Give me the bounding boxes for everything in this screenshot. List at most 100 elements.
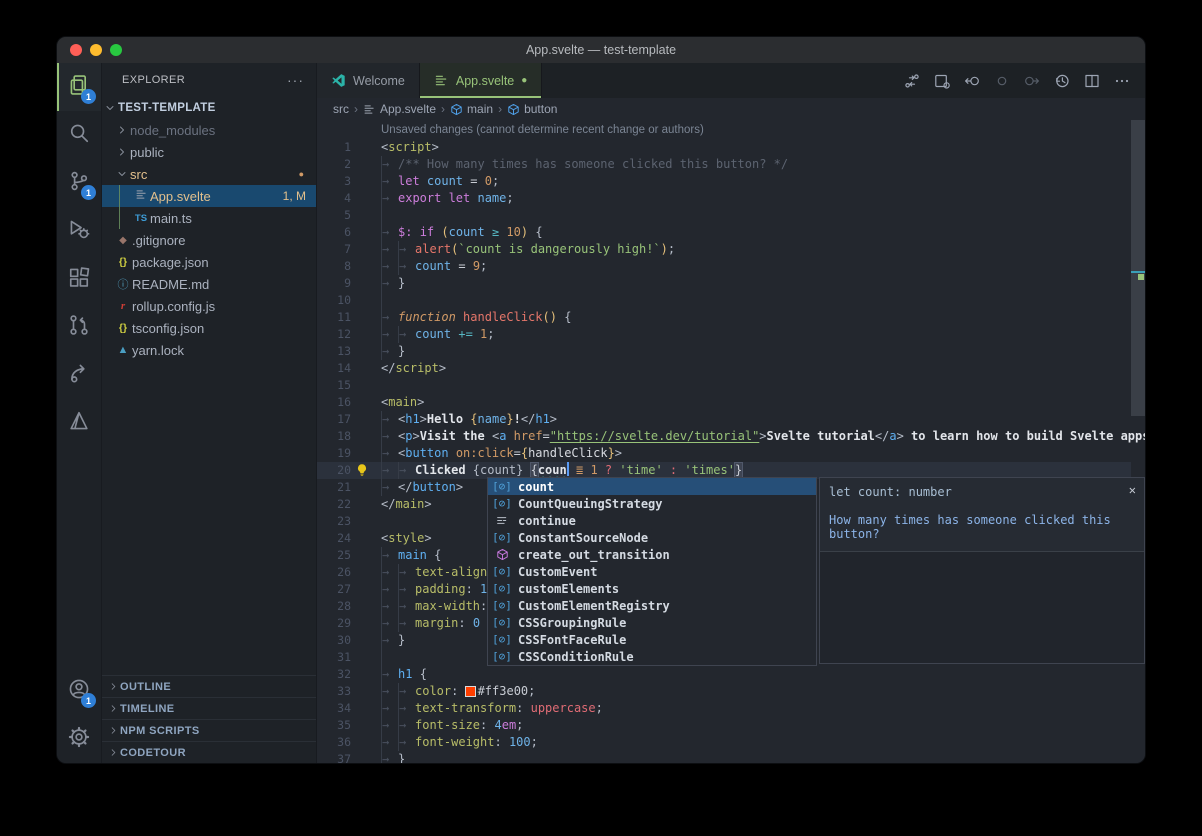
history-icon [1054,73,1070,89]
activitybar-item-azure[interactable] [57,399,101,447]
pull-request-icon [68,314,90,341]
suggestion-cssgroupingrule[interactable]: [⊘]CSSGroupingRule [488,614,816,631]
code-line-33: 33→→color: #ff3e00; [317,683,1131,700]
badge: 1 [81,693,96,708]
split-editor-button[interactable] [1079,68,1105,94]
tree-item-src[interactable]: src● [102,163,316,185]
current-change-button[interactable] [989,68,1015,94]
suggestion-continue[interactable]: continue [488,512,816,529]
variable-icon: [⊘] [491,480,513,493]
tree-item-readme-md[interactable]: ⓘREADME.md [102,273,316,295]
suggestion-create_out_transition[interactable]: create_out_transition [488,546,816,563]
tab-app-svelte[interactable]: App.svelte● [420,63,542,98]
tree-item-package-json[interactable]: {}package.json [102,251,316,273]
cube-icon [450,103,463,116]
tree-item-rollup-config-js[interactable]: rrollup.config.js [102,295,316,317]
braces-icon: {} [114,256,132,268]
overview-modified-marker [1138,274,1144,280]
code-editor[interactable]: Unsaved changes (cannot determine recent… [317,120,1145,763]
variable-icon: [⊘] [491,616,513,629]
code-line-12: 12→→count += 1; [317,326,1131,343]
tree-item-app-svelte[interactable]: App.svelte1, M [102,185,316,207]
activitybar-item-github-pr[interactable] [57,303,101,351]
activitybar-item-run-debug[interactable] [57,207,101,255]
editor-scrollbar[interactable] [1131,120,1145,416]
circle-icon [994,73,1010,89]
activitybar-item-source-control[interactable]: 1 [57,159,101,207]
variable-icon: [⊘] [491,497,513,510]
title-bar: App.svelte — test-template [57,37,1145,63]
line-number: 23 [317,513,351,530]
suggestion-cssfontfacerule[interactable]: [⊘]CSSFontFaceRule [488,631,816,648]
section-npm-scripts[interactable]: NPM SCRIPTS [102,719,316,741]
tab-welcome[interactable]: Welcome [317,63,420,98]
tree-item-yarn-lock[interactable]: ▲yarn.lock [102,339,316,361]
tree-item-main-ts[interactable]: TSmain.ts [102,207,316,229]
activitybar-item-live-share[interactable] [57,351,101,399]
code-line-2: 2→/** How many times has someone clicked… [317,156,1131,173]
extensions-icon [68,266,90,293]
activitybar-item-extensions[interactable] [57,255,101,303]
tree-item--gitignore[interactable]: ◆.gitignore [102,229,316,251]
more-actions-icon[interactable]: ··· [287,72,304,88]
code-line-19: 19→<button on:click={handleClick}> [317,445,1131,462]
line-number: 31 [317,649,351,666]
suggestion-count[interactable]: [⊘]count [488,478,816,495]
arrow-circle-left-icon [964,73,980,89]
close-icon[interactable]: ✕ [1129,483,1136,497]
breadcrumb-item-main[interactable]: main [450,102,493,116]
arrow-circle-right-icon [1024,73,1040,89]
line-number: 21 [317,479,351,496]
section-timeline[interactable]: TIMELINE [102,697,316,719]
line-number: 19 [317,445,351,462]
suggestion-customelementregistry[interactable]: [⊘]CustomElementRegistry [488,597,816,614]
line-number: 7 [317,241,351,258]
vscode-window: App.svelte — test-template 111 EXPLORER … [56,36,1146,764]
more-actions-button[interactable] [1109,68,1135,94]
code-line-8: 8→→count = 9; [317,258,1131,275]
suggestion-cssconditionrule[interactable]: [⊘]CSSConditionRule [488,648,816,665]
tree-root-test-template[interactable]: TEST-TEMPLATE [102,97,316,119]
dirty-indicator: ● [521,75,527,86]
search-icon [68,122,90,149]
activitybar-item-search[interactable] [57,111,101,159]
breadcrumb-item-app-svelte[interactable]: App.svelte [363,102,436,116]
activitybar-item-settings[interactable] [57,715,101,763]
next-change-button[interactable] [1019,68,1045,94]
suggestion-customelements[interactable]: [⊘]customElements [488,580,816,597]
indent-guide [119,185,120,229]
file-history-button[interactable] [1049,68,1075,94]
chevron-right-icon [114,124,130,136]
line-number: 1 [317,139,351,156]
line-number: 29 [317,615,351,632]
lines-icon [434,73,449,88]
compare-changes-button[interactable] [899,68,925,94]
code-line-14: 14</script> [317,360,1131,377]
section-outline[interactable]: OUTLINE [102,675,316,697]
line-number: 11 [317,309,351,326]
activitybar-item-accounts[interactable]: 1 [57,667,101,715]
suggestion-customevent[interactable]: [⊘]CustomEvent [488,563,816,580]
tree-item-node-modules[interactable]: node_modules [102,119,316,141]
suggestion-countqueuingstrategy[interactable]: [⊘]CountQueuingStrategy [488,495,816,512]
activitybar-item-explorer[interactable]: 1 [57,63,101,111]
chevron-down-icon [114,168,130,180]
line-number: 4 [317,190,351,207]
line-number: 26 [317,564,351,581]
chevron-right-icon [102,747,120,758]
section-codetour[interactable]: CODETOUR [102,741,316,763]
open-changes-button[interactable] [929,68,955,94]
breadcrumb-item-src[interactable]: src [333,102,349,116]
line-number: 18 [317,428,351,445]
suggestion-constantsourcenode[interactable]: [⊘]ConstantSourceNode [488,529,816,546]
tree-item-public[interactable]: public [102,141,316,163]
explorer-sidebar: EXPLORER ··· TEST-TEMPLATEnode_modulespu… [101,63,317,763]
sidebar-title: EXPLORER [122,74,185,86]
color-swatch[interactable] [466,687,475,696]
previous-change-button[interactable] [959,68,985,94]
line-number: 8 [317,258,351,275]
code-line-37: 37→} [317,751,1131,763]
tree-item-tsconfig-json[interactable]: {}tsconfig.json [102,317,316,339]
breadcrumb-item-button[interactable]: button [507,102,557,116]
lines-icon [363,103,376,116]
